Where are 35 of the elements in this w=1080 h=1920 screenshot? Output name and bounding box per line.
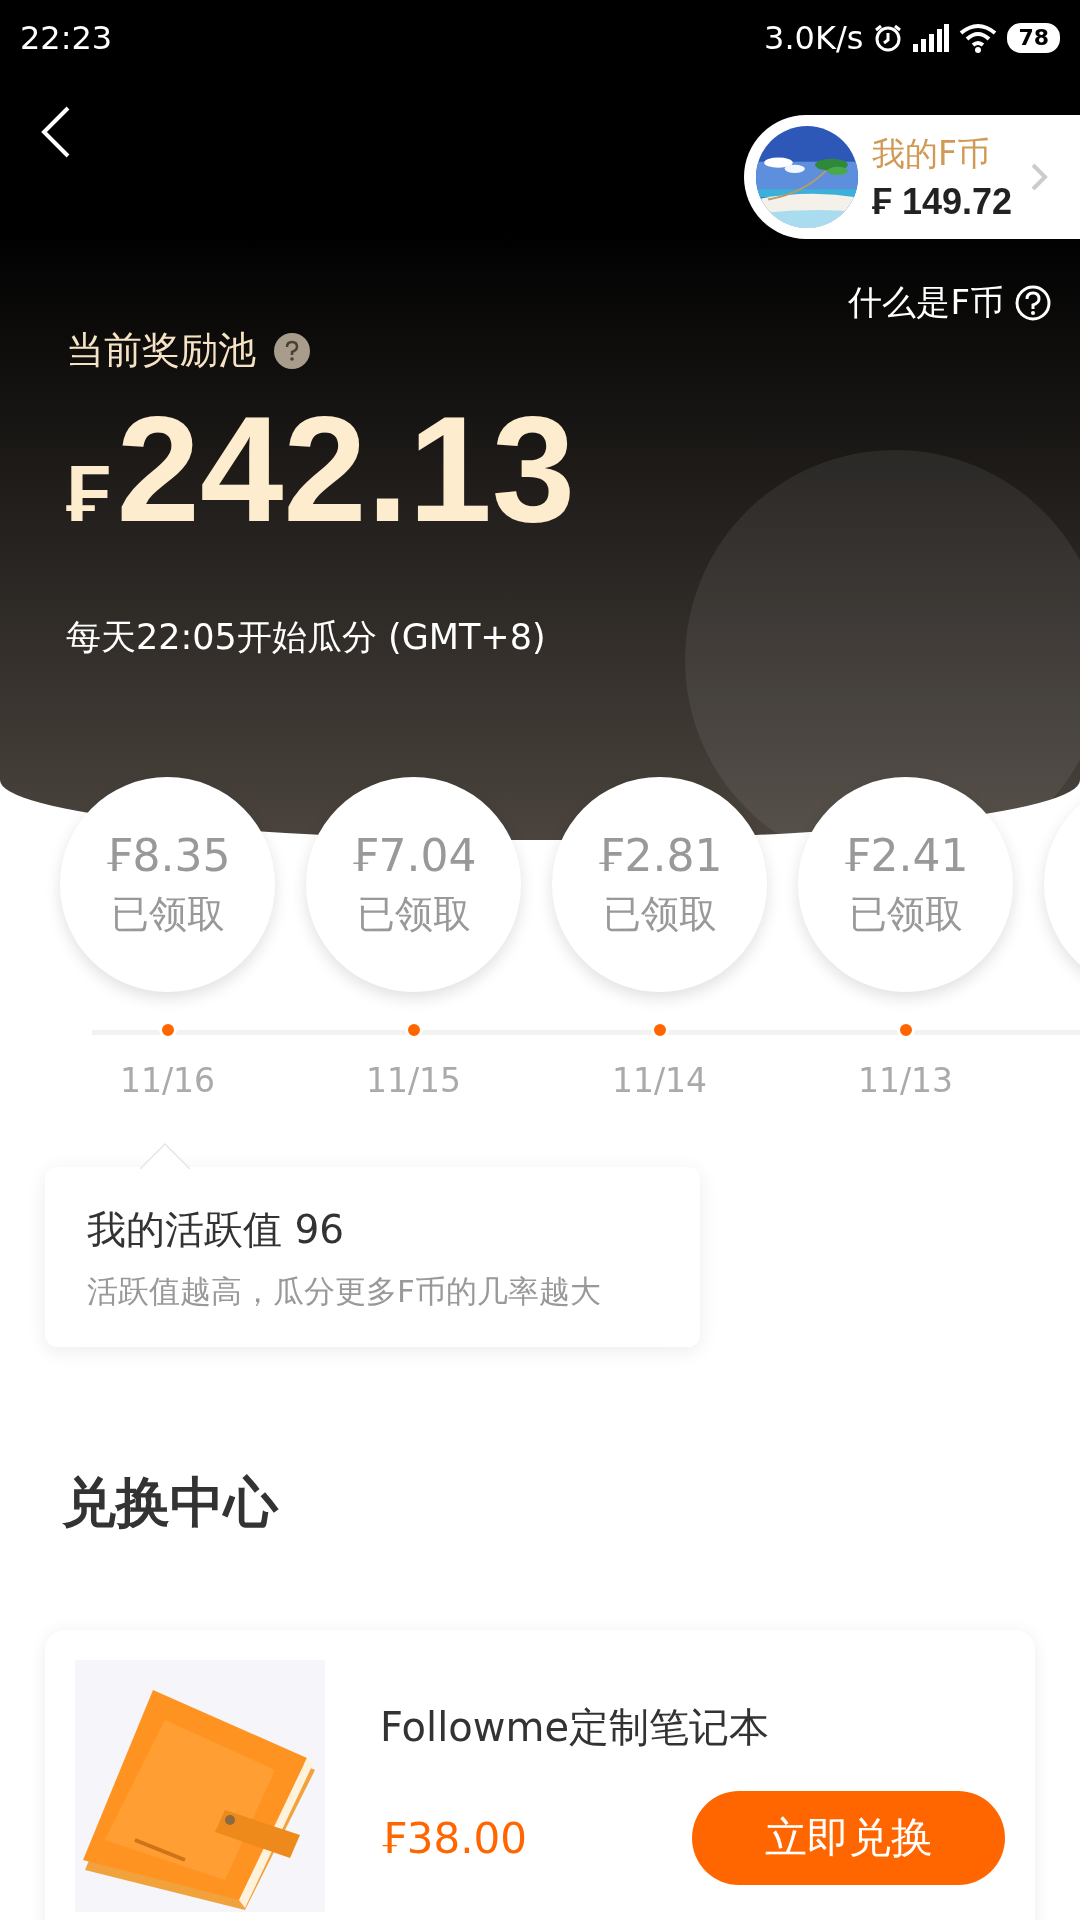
battery-level: 78 [1007, 22, 1060, 53]
help-link[interactable]: 什么是F币 [848, 280, 1004, 326]
reward-status: 已领取 [356, 890, 471, 938]
reward-amount: ₣2.81 [596, 829, 723, 881]
reward-amount: ₣8.35 [104, 829, 231, 881]
back-icon[interactable] [40, 105, 72, 159]
wifi-icon [959, 22, 998, 53]
help-icon[interactable] [274, 332, 310, 369]
help-icon[interactable] [1014, 284, 1052, 322]
reward-status: 已领取 [848, 890, 963, 938]
reward-date: 11/13 [857, 1061, 954, 1100]
activity-title: 我的活跃值 96 [87, 1206, 346, 1254]
reward-status: 已领取 [602, 890, 717, 938]
coin-label: 我的F币 [872, 132, 991, 175]
signal-icon [913, 23, 950, 52]
product-name: Followme定制笔记本 [380, 1703, 771, 1752]
reward-date: 11/16 [119, 1061, 216, 1100]
schedule-text: 每天22:05开始瓜分 (GMT+8) [66, 616, 547, 659]
status-time: 22:23 [20, 18, 113, 57]
reward-amount: ₣7.04 [350, 829, 477, 881]
coin-amount: ₣ 149.72 [872, 180, 1013, 223]
product-price: ₣38.00 [380, 1813, 527, 1863]
product-card[interactable]: Followme定制笔记本 ₣38.00 立即兑换 [45, 1630, 1035, 1920]
network-speed: 3.0K/s [764, 18, 864, 57]
section-title: 兑换中心 [62, 1470, 280, 1536]
activity-hint: 活跃值越高，瓜分更多F币的几率越大 [87, 1272, 602, 1311]
reward-date: 11/15 [365, 1061, 462, 1100]
pool-amount: ₣242.13 [66, 394, 576, 544]
chevron-right-icon [1030, 162, 1049, 192]
reward-amount: ₣2.41 [842, 829, 969, 881]
alarm-icon [873, 22, 904, 53]
coin-balance-card[interactable]: 我的F币 ₣ 149.72 [744, 115, 1080, 239]
pool-label: 当前奖励池 [66, 327, 256, 374]
reward-status: 已领取 [110, 890, 225, 938]
reward-date: 11/14 [611, 1061, 708, 1100]
